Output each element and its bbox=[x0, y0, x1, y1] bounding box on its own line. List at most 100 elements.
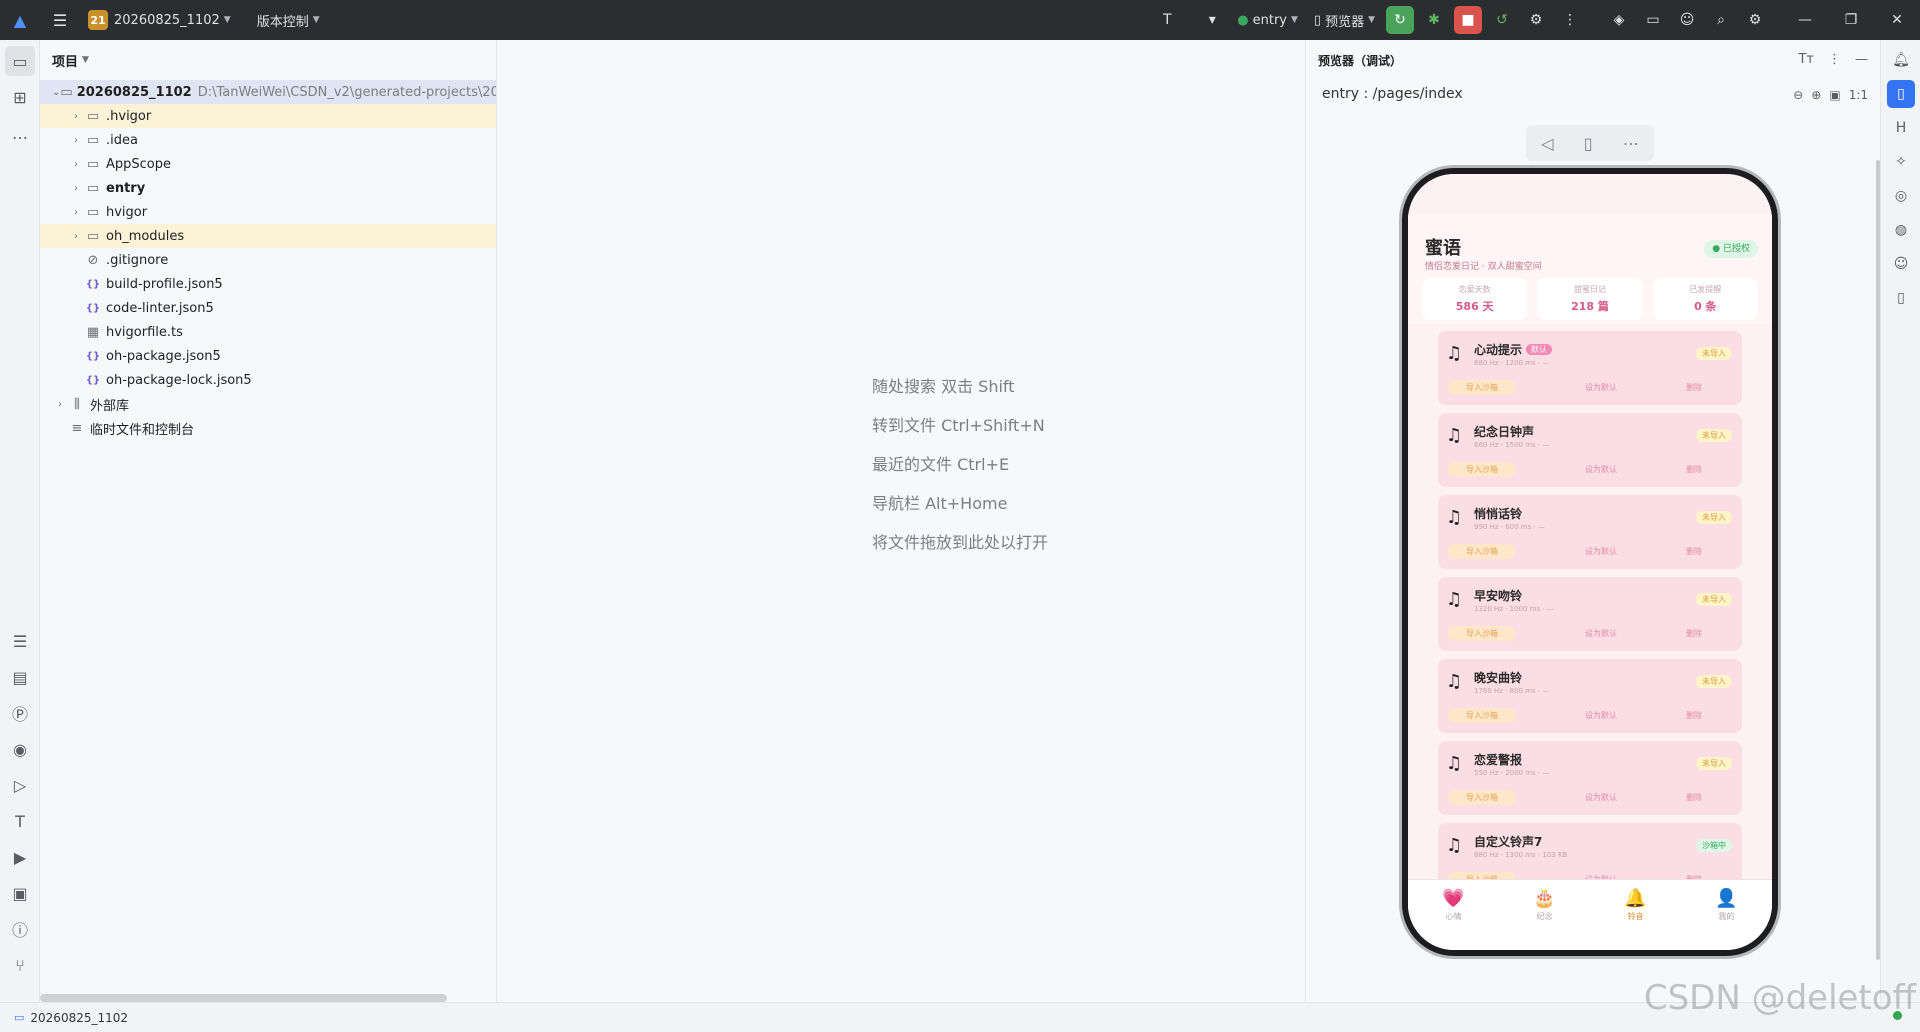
refresh-run-button[interactable]: ↻ bbox=[1386, 6, 1414, 34]
device-manager-icon[interactable]: ◈ bbox=[1605, 6, 1633, 34]
structure-icon[interactable]: ⊞ bbox=[5, 82, 35, 112]
cloud-icon[interactable]: ◍ bbox=[1887, 216, 1915, 244]
todo-icon[interactable]: ☰ bbox=[5, 626, 35, 656]
set-default-button[interactable]: 设为默认 bbox=[1585, 464, 1617, 475]
ringtone-card[interactable]: ♫ 心动提示 默认 880 Hz · 1200 ms · — 未导入 导入沙箱 设为默认 删除 bbox=[1438, 331, 1742, 405]
chevron-right-icon[interactable]: › bbox=[68, 207, 84, 218]
project-panel-header[interactable]: 项目 ▼ bbox=[40, 40, 496, 80]
minimize-window-button[interactable]: — bbox=[1782, 0, 1828, 40]
set-default-button[interactable]: 设为默认 bbox=[1585, 710, 1617, 721]
tree-item[interactable]: › ▭ oh_modules bbox=[40, 224, 496, 248]
bug-icon[interactable]: ⚙ bbox=[1522, 6, 1550, 34]
project-folder-icon[interactable]: ▭ bbox=[5, 46, 35, 76]
tree-item[interactable]: {} oh-package.json5 bbox=[40, 344, 496, 368]
device-dropdown[interactable]: ▯ 预览器 ▼ bbox=[1314, 11, 1375, 30]
inspector-eye-icon[interactable]: ◉ bbox=[5, 734, 35, 764]
device-icon[interactable]: ▯ bbox=[1887, 284, 1915, 312]
import-sandbox-button[interactable]: 导入沙箱 bbox=[1448, 379, 1516, 395]
set-default-button[interactable]: 设为默认 bbox=[1585, 792, 1617, 803]
import-sandbox-button[interactable]: 导入沙箱 bbox=[1448, 543, 1516, 559]
main-menu-icon[interactable]: ☰ bbox=[40, 0, 80, 40]
back-icon[interactable]: ◁ bbox=[1541, 134, 1553, 153]
fit-screen-icon[interactable]: ▣ bbox=[1829, 88, 1840, 102]
more-tools-icon[interactable]: … bbox=[5, 118, 35, 148]
chevron-right-icon[interactable]: › bbox=[68, 135, 84, 146]
chevron-right-icon[interactable]: › bbox=[68, 159, 84, 170]
folder-icon[interactable]: ▭ bbox=[1639, 6, 1667, 34]
build-tool-icon[interactable]: T bbox=[1153, 6, 1181, 34]
ringtone-card[interactable]: ♫ 纪念日钟声 660 Hz · 1500 ms · — 未导入 导入沙箱 设为默认 删除 bbox=[1438, 413, 1742, 487]
tree-item[interactable]: › ▭ .hvigor bbox=[40, 104, 496, 128]
ringtone-card[interactable]: ♫ 悄悄话铃 990 Hz · 600 ms · — 未导入 导入沙箱 设为默认 删除 bbox=[1438, 495, 1742, 569]
tree-item[interactable]: › ▭ entry bbox=[40, 176, 496, 200]
tab-item[interactable]: 🔔 铃音 bbox=[1590, 880, 1681, 950]
set-default-button[interactable]: 设为默认 bbox=[1585, 546, 1617, 557]
tree-external-libs[interactable]: › ⫼ 外部库 bbox=[40, 392, 496, 416]
restore-window-button[interactable]: ❐ bbox=[1828, 0, 1874, 40]
horizontal-scrollbar[interactable] bbox=[40, 994, 447, 1002]
delete-button[interactable]: 删除 bbox=[1686, 546, 1702, 557]
tab-item[interactable]: 💗 心情 bbox=[1408, 880, 1499, 950]
debug-icon[interactable]: ✱ bbox=[1420, 6, 1448, 34]
tree-item[interactable]: › ▭ hvigor bbox=[40, 200, 496, 224]
git-branch-icon[interactable]: ⑂ bbox=[5, 950, 35, 980]
hammer-icon[interactable]: ▾ bbox=[1198, 6, 1226, 34]
ringtone-card[interactable]: ♫ 恋爱警报 550 Hz · 2000 ms · — 未导入 导入沙箱 设为默认 删除 bbox=[1438, 741, 1742, 815]
apply-changes-icon[interactable]: ↺ bbox=[1488, 6, 1516, 34]
notifications-icon[interactable]: 🔔︎ bbox=[1887, 46, 1915, 74]
chevron-down-icon[interactable]: ⌄ bbox=[52, 87, 60, 98]
tree-item[interactable]: › ▭ .idea bbox=[40, 128, 496, 152]
minimize-panel-icon[interactable]: — bbox=[1855, 52, 1868, 67]
chevron-right-icon[interactable]: › bbox=[68, 183, 84, 194]
tree-item[interactable]: ⊘ .gitignore bbox=[40, 248, 496, 272]
problems-icon[interactable]: ⓘ bbox=[5, 914, 35, 944]
zoom-in-icon[interactable]: ⊕ bbox=[1811, 88, 1821, 102]
ringtone-card[interactable]: ♫ 自定义铃声7 880 Hz · 1300 ms · 103 KB 沙箱中 导入沙箱设… bbox=[1438, 823, 1742, 879]
import-sandbox-button[interactable]: 导入沙箱 bbox=[1448, 789, 1516, 805]
import-sandbox-button[interactable]: 导入沙箱 bbox=[1448, 707, 1516, 723]
codegenie-icon[interactable]: ◎ bbox=[1887, 182, 1915, 210]
more-icon[interactable]: ⋯ bbox=[1623, 134, 1639, 153]
actual-size-button[interactable]: 1:1 bbox=[1849, 88, 1868, 102]
tree-item[interactable]: {} build-profile.json5 bbox=[40, 272, 496, 296]
run-services-icon[interactable]: ▷ bbox=[5, 770, 35, 800]
set-default-button[interactable]: 设为默认 bbox=[1585, 382, 1617, 393]
previewer-tool-icon[interactable]: ▯ bbox=[1887, 80, 1915, 108]
delete-button[interactable]: 删除 bbox=[1686, 382, 1702, 393]
tab-item[interactable]: 🎂 纪念 bbox=[1499, 880, 1590, 950]
more-icon[interactable]: ⋮ bbox=[1828, 52, 1841, 67]
tree-item[interactable]: ▦ hvigorfile.ts bbox=[40, 320, 496, 344]
font-size-icon[interactable]: Tт bbox=[1798, 52, 1814, 67]
tree-item[interactable]: {} oh-package-lock.json5 bbox=[40, 368, 496, 392]
delete-button[interactable]: 删除 bbox=[1686, 464, 1702, 475]
tree-item[interactable]: {} code-linter.json5 bbox=[40, 296, 496, 320]
tree-scratches[interactable]: ≡ 临时文件和控制台 bbox=[40, 416, 496, 440]
tree-root[interactable]: ⌄ ▭ 20260825_1102 D:\TanWeiWei\CSDN_v2\g… bbox=[40, 80, 496, 104]
robot-icon[interactable]: ☺ bbox=[1887, 250, 1915, 278]
tab-item[interactable]: 👤 我的 bbox=[1681, 880, 1772, 950]
settings-gear-icon[interactable]: ⚙ bbox=[1741, 6, 1769, 34]
project-name-dropdown[interactable]: 20260825_1102 bbox=[114, 13, 220, 28]
build-icon[interactable]: T bbox=[5, 806, 35, 836]
ringtone-list[interactable]: ♫ 心动提示 默认 880 Hz · 1200 ms · — 未导入 导入沙箱 设为默认 删除… bbox=[1438, 331, 1742, 879]
zoom-out-icon[interactable]: ⊖ bbox=[1793, 88, 1803, 102]
more-icon[interactable]: ⋮ bbox=[1556, 6, 1584, 34]
stop-button[interactable]: ■ bbox=[1454, 6, 1482, 34]
import-sandbox-button[interactable]: 导入沙箱 bbox=[1448, 461, 1516, 477]
ringtone-card[interactable]: ♫ 早安吻铃 1320 Hz · 1000 ms · — 未导入 导入沙箱 设为默认 删除 bbox=[1438, 577, 1742, 651]
chevron-right-icon[interactable]: › bbox=[68, 231, 84, 242]
layout-icon[interactable]: ▤ bbox=[5, 662, 35, 692]
delete-button[interactable]: 删除 bbox=[1686, 628, 1702, 639]
import-sandbox-button[interactable]: 导入沙箱 bbox=[1448, 625, 1516, 641]
ringtone-card[interactable]: ♫ 晚安曲铃 1760 Hz · 800 ms · — 未导入 导入沙箱 设为默认 删除 bbox=[1438, 659, 1742, 733]
status-project[interactable]: 20260825_1102 bbox=[30, 1011, 128, 1025]
search-icon[interactable]: ⌕ bbox=[1707, 6, 1735, 34]
terminal-icon[interactable]: ▣ bbox=[5, 878, 35, 908]
import-sandbox-button[interactable]: 导入沙箱 bbox=[1448, 871, 1516, 879]
run-icon[interactable]: ▶ bbox=[5, 842, 35, 872]
chevron-right-icon[interactable]: › bbox=[68, 111, 84, 122]
rotate-icon[interactable]: ▯ bbox=[1584, 134, 1593, 153]
ai-assistant-icon[interactable]: ✧ bbox=[1887, 148, 1915, 176]
set-default-button[interactable]: 设为默认 bbox=[1585, 628, 1617, 639]
vcs-dropdown[interactable]: 版本控制 bbox=[257, 11, 309, 30]
